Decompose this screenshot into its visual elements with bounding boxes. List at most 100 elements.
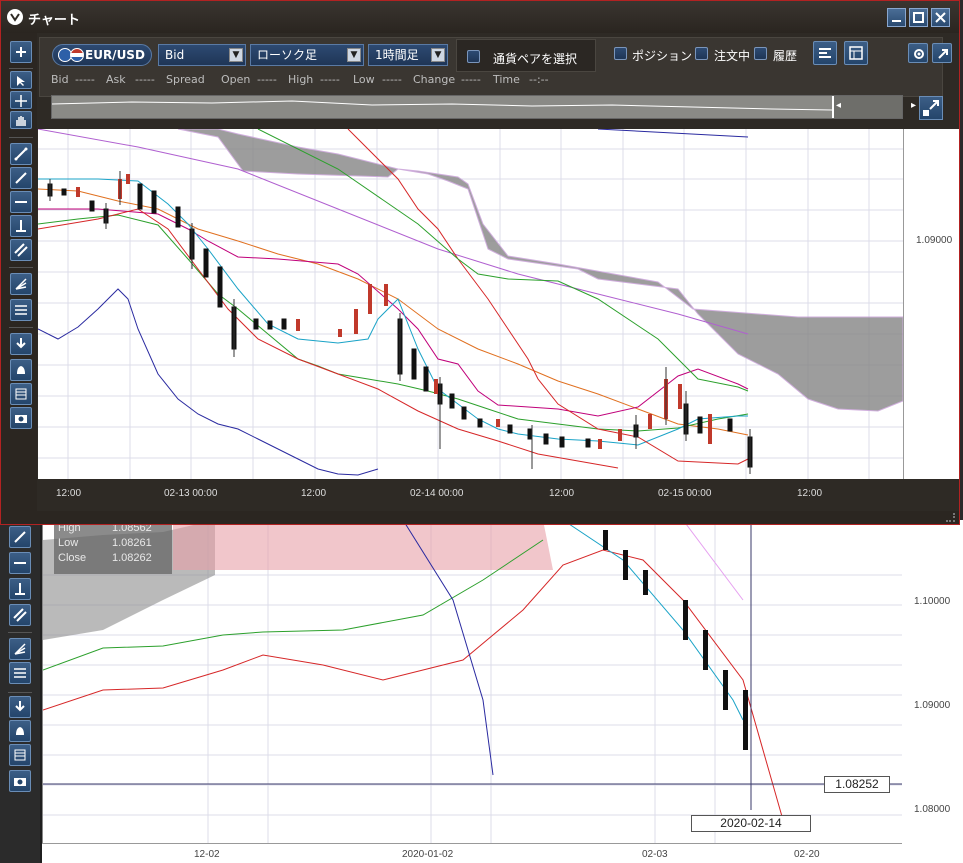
trend-line-tool-icon[interactable]	[9, 526, 31, 548]
change-value: -----	[461, 73, 481, 86]
download-icon[interactable]	[10, 333, 32, 355]
minimize-icon[interactable]	[887, 8, 906, 27]
chart-window: チャート EUR/USD Bid ▼ ローソク足 ▼ 1時間足 ▼ 通貨ペアを選…	[0, 0, 960, 525]
background-chart-window: High 1.08562 Low 1.08261 Close 1.08262 1…	[0, 520, 963, 863]
crosshair-date-tag: 2020-02-14	[691, 815, 811, 832]
bid-value: -----	[75, 73, 95, 86]
time-value: --:--	[529, 73, 549, 86]
tooltip-low-label: Low	[58, 537, 79, 549]
fibonacci-retracement-tool-icon[interactable]	[9, 662, 31, 684]
camera-icon[interactable]	[9, 770, 31, 792]
bg-x-label: 2020-01-02	[402, 849, 454, 860]
expand-chart-icon[interactable]	[919, 96, 943, 120]
channel-tool-icon[interactable]	[9, 604, 31, 626]
bg-y-label: 1.10000	[914, 596, 951, 607]
add-icon[interactable]	[10, 41, 32, 63]
drawing-toolbar	[1, 33, 37, 513]
chart-type-value: ローソク足	[257, 48, 318, 62]
chart-type-dropdown[interactable]: ローソク足 ▼	[250, 44, 364, 66]
maximize-icon[interactable]	[909, 8, 928, 27]
status-bar	[1, 511, 959, 524]
toolbar-divider	[9, 267, 33, 268]
chevron-right-icon[interactable]: ▸	[911, 100, 916, 111]
popout-icon[interactable]	[932, 43, 952, 63]
data-list-icon[interactable]	[10, 383, 32, 405]
title-bar[interactable]: チャート	[1, 1, 959, 33]
fibonacci-fan-tool-icon[interactable]	[9, 638, 31, 660]
ohlc-tooltip: High 1.08562 Low 1.08261 Close 1.08262	[54, 520, 172, 574]
vertical-line-tool-icon[interactable]	[10, 215, 32, 237]
x-axis-label: 12:00	[797, 488, 823, 499]
horizontal-line-tool-icon[interactable]	[10, 191, 32, 213]
close-icon[interactable]	[931, 8, 950, 27]
orders-label: 注文中	[714, 49, 751, 63]
screen: High 1.08562 Low 1.08261 Close 1.08262 1…	[0, 0, 963, 863]
x-axis-label: 12:00	[56, 488, 82, 499]
navigator-sparkline	[51, 100, 903, 113]
history-label: 履歴	[773, 49, 798, 63]
fibonacci-retracement-tool-icon[interactable]	[10, 299, 32, 321]
chevron-down-icon: ▼	[431, 48, 445, 62]
channel-tool-icon[interactable]	[10, 239, 32, 261]
fibonacci-fan-tool-icon[interactable]	[10, 273, 32, 295]
horizontal-line-tool-icon[interactable]	[9, 552, 31, 574]
background-price-axis: 1.10000 1.09000 1.08000	[902, 520, 963, 863]
orders-checkbox[interactable]	[695, 47, 708, 60]
app-logo-icon	[7, 9, 23, 25]
gear-icon[interactable]	[908, 43, 928, 63]
low-label: Low	[353, 73, 375, 86]
history-checkbox[interactable]	[754, 47, 767, 60]
chart-toolbar: EUR/USD Bid ▼ ローソク足 ▼ 1時間足 ▼ 通貨ペアを選択 ポジシ…	[39, 33, 959, 129]
spread-label: Spread	[166, 73, 205, 86]
ask-label: Ask	[106, 73, 126, 86]
alert-bell-icon[interactable]	[9, 720, 31, 742]
vertical-line-tool-icon[interactable]	[9, 578, 31, 600]
us-flag-icon	[70, 48, 84, 62]
currency-pair-selector[interactable]: EUR/USD	[52, 44, 152, 66]
x-axis-label: 12:00	[549, 488, 575, 499]
hand-tool-icon[interactable]	[10, 111, 32, 129]
toolbar-divider	[8, 632, 32, 633]
current-price-tag: 1.08252	[824, 776, 890, 793]
data-list-icon[interactable]	[9, 744, 31, 766]
navigator-range-handle[interactable]: ◂ ▸	[832, 96, 916, 118]
cursor-tool-icon[interactable]	[10, 71, 32, 89]
trend-line-tool-icon[interactable]	[10, 167, 32, 189]
position-label: ポジション	[632, 49, 693, 63]
chevron-down-icon: ▼	[347, 48, 361, 62]
position-checkbox[interactable]	[614, 47, 627, 60]
price-axis: 1.09000	[903, 129, 959, 479]
bid-label: Bid	[51, 73, 69, 86]
price-type-dropdown[interactable]: Bid ▼	[158, 44, 246, 66]
price-chart[interactable]	[38, 129, 903, 479]
alert-bell-icon[interactable]	[10, 359, 32, 381]
timeframe-dropdown[interactable]: 1時間足 ▼	[368, 44, 448, 66]
currency-pair-label: EUR/USD	[85, 48, 145, 62]
download-icon[interactable]	[9, 696, 31, 718]
chart-navigator[interactable]: ◂ ▸	[51, 95, 916, 119]
open-value: -----	[257, 73, 277, 86]
x-axis-label: 02-15 00:00	[658, 488, 712, 499]
resize-grip-icon[interactable]	[946, 513, 955, 522]
chart-settings-icon[interactable]	[813, 41, 837, 65]
select-pair-checkbox[interactable]	[467, 50, 480, 63]
bg-x-label: 02-03	[642, 849, 668, 860]
background-drawing-toolbar	[0, 520, 40, 863]
high-label: High	[288, 73, 314, 86]
open-label: Open	[221, 73, 251, 86]
crosshair-tool-icon[interactable]	[10, 91, 32, 109]
toolbar-divider	[9, 68, 33, 69]
chevron-left-icon[interactable]: ◂	[836, 100, 841, 111]
tooltip-low-value: 1.08261	[112, 537, 152, 549]
low-value: -----	[382, 73, 402, 86]
x-axis-label: 02-14 00:00	[410, 488, 464, 499]
high-value: -----	[320, 73, 340, 86]
time-label: Time	[493, 73, 520, 86]
line-segment-tool-icon[interactable]	[10, 143, 32, 165]
tooltip-close-value: 1.08262	[112, 552, 152, 564]
indicator-panel-icon[interactable]	[844, 41, 868, 65]
ask-value: -----	[135, 73, 155, 86]
chevron-down-icon: ▼	[229, 48, 243, 62]
camera-icon[interactable]	[10, 407, 32, 429]
x-axis-label: 12:00	[301, 488, 327, 499]
